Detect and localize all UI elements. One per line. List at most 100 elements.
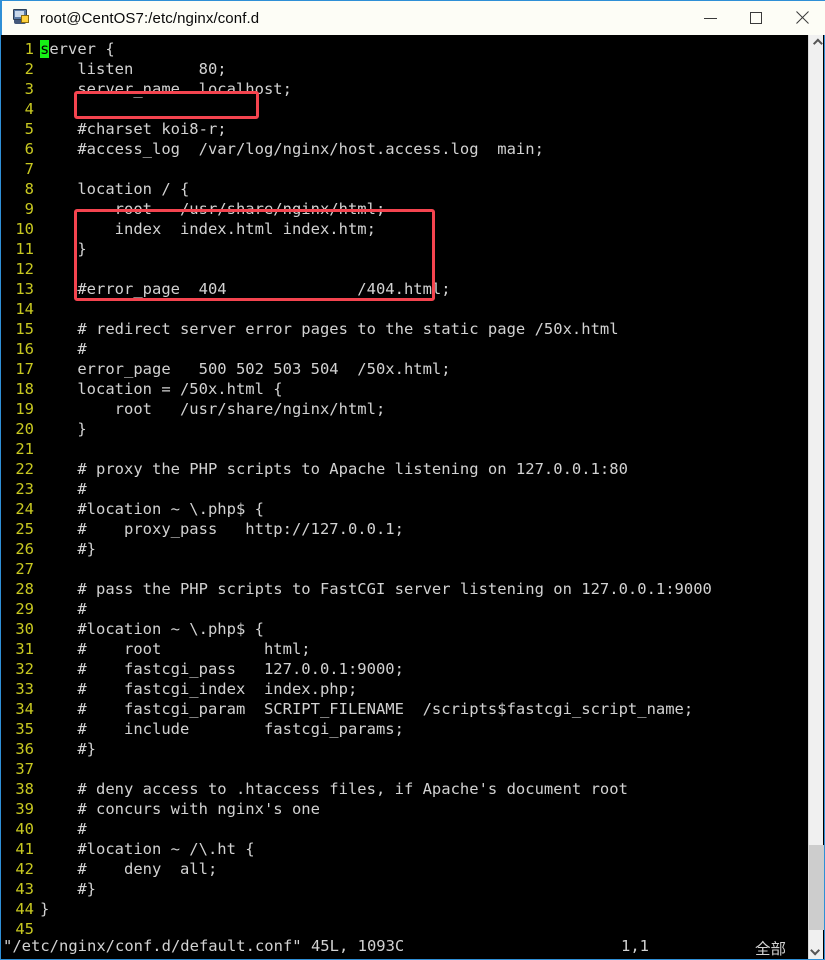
line-text: #location ~ \.php$ { bbox=[40, 620, 264, 638]
scrollbar-thumb[interactable] bbox=[809, 845, 824, 930]
code-line: 2 listen 80; bbox=[2, 59, 712, 79]
line-number: 33 bbox=[15, 680, 34, 698]
line-number: 1 bbox=[24, 40, 34, 58]
line-text: } bbox=[40, 420, 87, 438]
line-number: 24 bbox=[15, 500, 34, 518]
title-bar[interactable]: root@CentOS7:/etc/nginx/conf.d bbox=[1, 0, 825, 35]
code-line: 41 #location ~ /\.ht { bbox=[2, 839, 712, 859]
line-number: 14 bbox=[15, 300, 34, 318]
code-line: 17 error_page 500 502 503 504 /50x.html; bbox=[2, 359, 712, 379]
line-number: 29 bbox=[15, 600, 34, 618]
code-line: 5 #charset koi8-r; bbox=[2, 119, 712, 139]
line-number: 5 bbox=[24, 120, 34, 138]
line-text: root /usr/share/nginx/html; bbox=[40, 400, 386, 418]
code-line: 23 # bbox=[2, 479, 712, 499]
line-number: 23 bbox=[15, 480, 34, 498]
line-text: listen 80; bbox=[40, 60, 227, 78]
line-number: 32 bbox=[15, 660, 34, 678]
maximize-icon bbox=[750, 12, 762, 24]
line-number: 44 bbox=[15, 900, 34, 918]
code-line: 30 #location ~ \.php$ { bbox=[2, 619, 712, 639]
code-line: 10 index index.html index.htm; bbox=[2, 219, 712, 239]
line-text: server { bbox=[40, 40, 115, 58]
line-number: 39 bbox=[15, 800, 34, 818]
vim-buffer[interactable]: 1 server {2 listen 80; 3 server_name local… bbox=[2, 39, 712, 939]
line-number: 13 bbox=[15, 280, 34, 298]
code-line: 22 # proxy the PHP scripts to Apache lis… bbox=[2, 459, 712, 479]
line-text: #error_page 404 /404.html; bbox=[40, 280, 451, 298]
code-line: 36 #} bbox=[2, 739, 712, 759]
line-text: #} bbox=[40, 740, 96, 758]
line-text: #access_log /var/log/nginx/host.access.l… bbox=[40, 140, 544, 158]
line-text: #} bbox=[40, 880, 96, 898]
line-number: 38 bbox=[15, 780, 34, 798]
window-controls bbox=[687, 1, 825, 36]
line-number: 40 bbox=[15, 820, 34, 838]
line-text: # fastcgi_index index.php; bbox=[40, 680, 358, 698]
line-number: 43 bbox=[15, 880, 34, 898]
line-number: 7 bbox=[24, 160, 34, 178]
line-text: # deny access to .htaccess files, if Apa… bbox=[40, 780, 628, 798]
line-text: # concurs with nginx's one bbox=[40, 800, 320, 818]
line-text: # bbox=[40, 820, 87, 838]
code-line: 33 # fastcgi_index index.php; bbox=[2, 679, 712, 699]
line-number: 3 bbox=[24, 80, 34, 98]
code-line: 39 # concurs with nginx's one bbox=[2, 799, 712, 819]
line-number: 11 bbox=[15, 240, 34, 258]
code-line: 15 # redirect server error pages to the … bbox=[2, 319, 712, 339]
line-number: 19 bbox=[15, 400, 34, 418]
line-number: 16 bbox=[15, 340, 34, 358]
line-number: 10 bbox=[15, 220, 34, 238]
line-number: 25 bbox=[15, 520, 34, 538]
line-number: 36 bbox=[15, 740, 34, 758]
code-line: 42 # deny all; bbox=[2, 859, 712, 879]
line-number: 26 bbox=[15, 540, 34, 558]
code-line: 34 # fastcgi_param SCRIPT_FILENAME /scri… bbox=[2, 699, 712, 719]
scroll-down-button[interactable] bbox=[809, 942, 824, 959]
line-text: server_name localhost; bbox=[40, 80, 292, 98]
code-line: 16 # bbox=[2, 339, 712, 359]
code-line: 31 # root html; bbox=[2, 639, 712, 659]
code-line: 1 server { bbox=[2, 39, 712, 59]
line-text: #location ~ /\.ht { bbox=[40, 840, 255, 858]
line-number: 35 bbox=[15, 720, 34, 738]
line-text: #location ~ \.php$ { bbox=[40, 500, 264, 518]
minimize-button[interactable] bbox=[687, 1, 733, 36]
line-text: # deny all; bbox=[40, 860, 218, 878]
line-number: 20 bbox=[15, 420, 34, 438]
line-number: 41 bbox=[15, 840, 34, 858]
code-line: 26 #} bbox=[2, 539, 712, 559]
line-number: 42 bbox=[15, 860, 34, 878]
status-filename: "/etc/nginx/conf.d/default.conf" 45L, 10… bbox=[3, 937, 405, 955]
code-line: 32 # fastcgi_pass 127.0.0.1:9000; bbox=[2, 659, 712, 679]
window-title: root@CentOS7:/etc/nginx/conf.d bbox=[40, 9, 260, 27]
line-number: 15 bbox=[15, 320, 34, 338]
putty-terminal-icon bbox=[10, 7, 32, 29]
maximize-button[interactable] bbox=[733, 1, 779, 36]
vertical-scrollbar[interactable] bbox=[808, 35, 824, 959]
line-number: 4 bbox=[24, 100, 34, 118]
code-line: 4 bbox=[2, 99, 712, 119]
code-line: 13 #error_page 404 /404.html; bbox=[2, 279, 712, 299]
close-button[interactable] bbox=[779, 1, 825, 36]
chevron-up-icon bbox=[812, 38, 823, 49]
line-number: 37 bbox=[15, 760, 34, 778]
status-cursor-position: 1,1 bbox=[621, 937, 649, 955]
code-line: 44} bbox=[2, 899, 712, 919]
line-text: root /usr/share/nginx/html; bbox=[40, 200, 386, 218]
code-line: 25 # proxy_pass http://127.0.0.1; bbox=[2, 519, 712, 539]
code-line: 6 #access_log /var/log/nginx/host.access… bbox=[2, 139, 712, 159]
line-number: 27 bbox=[15, 560, 34, 578]
code-line: 21 bbox=[2, 439, 712, 459]
scroll-up-button[interactable] bbox=[809, 35, 824, 52]
line-text: } bbox=[40, 900, 50, 918]
terminal-body[interactable]: 1 server {2 listen 80; 3 server_name local… bbox=[2, 35, 810, 959]
code-line: 12 bbox=[2, 259, 712, 279]
line-text: # bbox=[40, 480, 87, 498]
text-cursor: s bbox=[40, 40, 50, 58]
code-line: 38 # deny access to .htaccess files, if … bbox=[2, 779, 712, 799]
line-number: 12 bbox=[15, 260, 34, 278]
line-text: # root html; bbox=[40, 640, 311, 658]
code-line: 37 bbox=[2, 759, 712, 779]
code-line: 14 bbox=[2, 299, 712, 319]
